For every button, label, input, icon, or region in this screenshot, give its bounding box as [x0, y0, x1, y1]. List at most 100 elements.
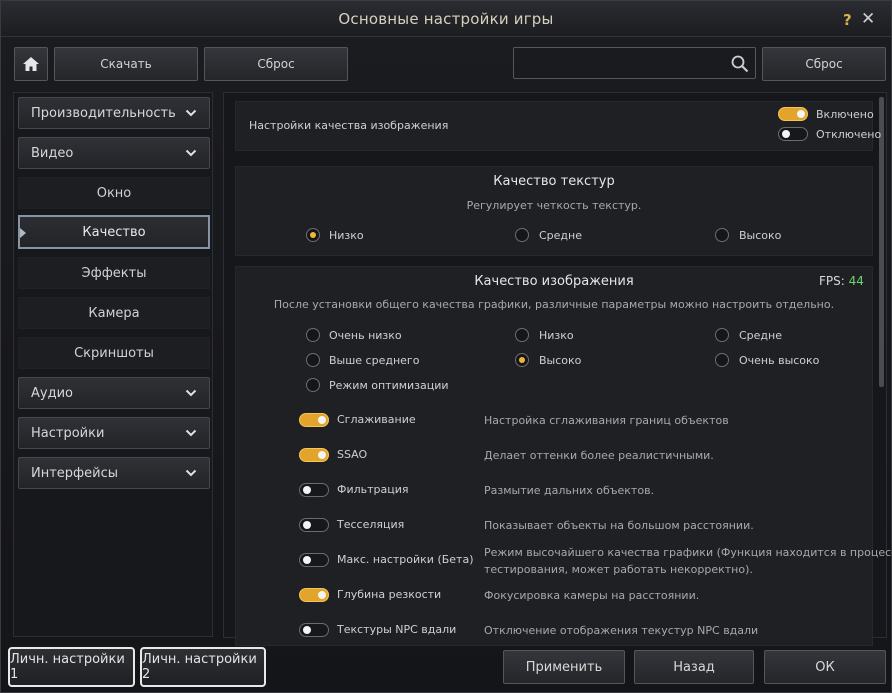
quality-radio-low[interactable] [515, 328, 529, 342]
ok-button[interactable]: ОК [764, 650, 886, 684]
download-button[interactable]: Скачать [54, 47, 198, 81]
image-settings-on-label: Включено [816, 108, 874, 121]
texture-radio-high[interactable] [715, 228, 729, 242]
texture-quality-subtitle: Регулирует четкость текстур. [466, 199, 642, 212]
toggle-knob [303, 486, 311, 494]
toggle-knob [303, 556, 311, 564]
feature-name: Сглаживание [337, 413, 416, 426]
sidebar-category-audio[interactable]: Аудио [18, 377, 210, 409]
sidebar-category-settings[interactable]: Настройки [18, 417, 210, 449]
toggle-npc-textures[interactable] [299, 623, 329, 637]
window-title: Основные настройки игры [338, 10, 554, 28]
toggle-tessellation[interactable] [299, 518, 329, 532]
sidebar-item-label: Камера [88, 305, 140, 321]
quality-option-label: Очень низко [329, 329, 402, 342]
sidebar: Производительность Видео Окно Качество Э… [13, 92, 213, 637]
quality-option-label: Выше среднего [329, 354, 420, 367]
reset-button[interactable]: Сброс [204, 47, 348, 81]
apply-button[interactable]: Применить [503, 650, 625, 684]
feature-name: Глубина резкости [337, 588, 442, 601]
help-icon[interactable]: ? [843, 11, 852, 29]
sidebar-item-quality[interactable]: Качество [18, 215, 210, 249]
title-bar: Основные настройки игры ? ✕ [1, 1, 891, 37]
image-quality-title: Качество изображения [474, 274, 634, 289]
feature-desc: Делает оттенки более реалистичными. [484, 449, 714, 462]
sidebar-item-label: Окно [96, 185, 132, 201]
image-settings-label: Настройки качества изображения [249, 119, 449, 132]
search-input[interactable] [514, 48, 724, 78]
feature-desc-line2: тестирования, может работать некорректно… [484, 563, 753, 576]
toggle-knob [797, 110, 805, 118]
quality-option-label: Высоко [539, 354, 582, 367]
back-button[interactable]: Назад [634, 650, 754, 684]
toggle-knob [782, 130, 790, 138]
quality-option-label: Режим оптимизации [329, 379, 449, 392]
quality-radio-high[interactable] [515, 353, 529, 367]
reset-search-button-label: Сброс [805, 57, 843, 71]
quality-radio-very-low[interactable] [306, 328, 320, 342]
fps-counter: FPS: 44 [819, 274, 864, 288]
search-icon[interactable] [730, 54, 750, 74]
chevron-down-icon [185, 469, 197, 477]
sidebar-category-label: Видео [31, 145, 74, 161]
chevron-down-icon [185, 149, 197, 157]
sidebar-category-label: Производительность [31, 105, 176, 121]
feature-desc: Режим высочайшего качества графики (Функ… [484, 546, 892, 559]
preset-1-button[interactable]: Личн. настройки 1 [8, 647, 135, 687]
sidebar-item-camera[interactable]: Камера [18, 297, 210, 329]
chevron-down-icon [185, 109, 197, 117]
quality-option-label: Низко [539, 329, 574, 342]
reset-search-button[interactable]: Сброс [762, 47, 886, 81]
toggle-knob [318, 591, 326, 599]
quality-radio-very-high[interactable] [715, 353, 729, 367]
image-settings-off-toggle[interactable] [778, 127, 808, 141]
texture-option-label: Средне [539, 229, 582, 242]
sidebar-category-video[interactable]: Видео [18, 137, 210, 169]
feature-name: Тесселяция [337, 518, 405, 531]
sidebar-item-screenshots[interactable]: Скриншоты [18, 337, 210, 369]
sidebar-category-label: Аудио [31, 385, 73, 401]
home-icon [23, 57, 39, 71]
quality-radio-above-medium[interactable] [306, 353, 320, 367]
toggle-knob [303, 521, 311, 529]
sidebar-item-label: Эффекты [81, 265, 147, 281]
close-icon[interactable]: ✕ [861, 9, 875, 29]
feature-name: SSAO [337, 448, 368, 461]
chevron-down-icon [185, 429, 197, 437]
quality-option-label: Средне [739, 329, 782, 342]
fps-label: FPS: [819, 274, 845, 288]
sidebar-category-performance[interactable]: Производительность [18, 97, 210, 129]
toggle-knob [303, 626, 311, 634]
search-box [513, 47, 756, 79]
home-button[interactable] [14, 47, 48, 81]
toggle-max-settings[interactable] [299, 553, 329, 567]
preset-2-label: Личн. настройки 2 [142, 652, 257, 682]
toggle-depth-of-field[interactable] [299, 588, 329, 602]
quality-radio-medium[interactable] [715, 328, 729, 342]
chevron-down-icon [185, 389, 197, 397]
toggle-antialiasing[interactable] [299, 413, 329, 427]
fps-value: 44 [848, 274, 864, 288]
image-settings-on-toggle[interactable] [778, 107, 808, 121]
sidebar-item-effects[interactable]: Эффекты [18, 257, 210, 289]
sidebar-category-interfaces[interactable]: Интерфейсы [18, 457, 210, 489]
toggle-knob [318, 416, 326, 424]
toggle-filtering[interactable] [299, 483, 329, 497]
toggle-knob [318, 451, 326, 459]
feature-name: Макс. настройки (Бета) [337, 553, 474, 566]
texture-radio-low[interactable] [306, 228, 320, 242]
ok-button-label: ОК [815, 659, 835, 675]
preset-2-button[interactable]: Личн. настройки 2 [140, 647, 266, 687]
download-button-label: Скачать [100, 57, 152, 71]
feature-desc: Показывает объекты на большом расстоянии… [484, 519, 754, 532]
active-marker-icon [20, 228, 26, 238]
sidebar-category-label: Настройки [31, 425, 105, 441]
sidebar-item-window[interactable]: Окно [18, 177, 210, 209]
texture-option-label: Низко [329, 229, 364, 242]
texture-radio-medium[interactable] [515, 228, 529, 242]
image-settings-off-label: Отключено [816, 128, 882, 141]
feature-desc: Фокусировка камеры на расстоянии. [484, 589, 700, 602]
quality-radio-optimization[interactable] [306, 378, 320, 392]
toggle-ssao[interactable] [299, 448, 329, 462]
texture-quality-title: Качество текстур [493, 174, 615, 189]
